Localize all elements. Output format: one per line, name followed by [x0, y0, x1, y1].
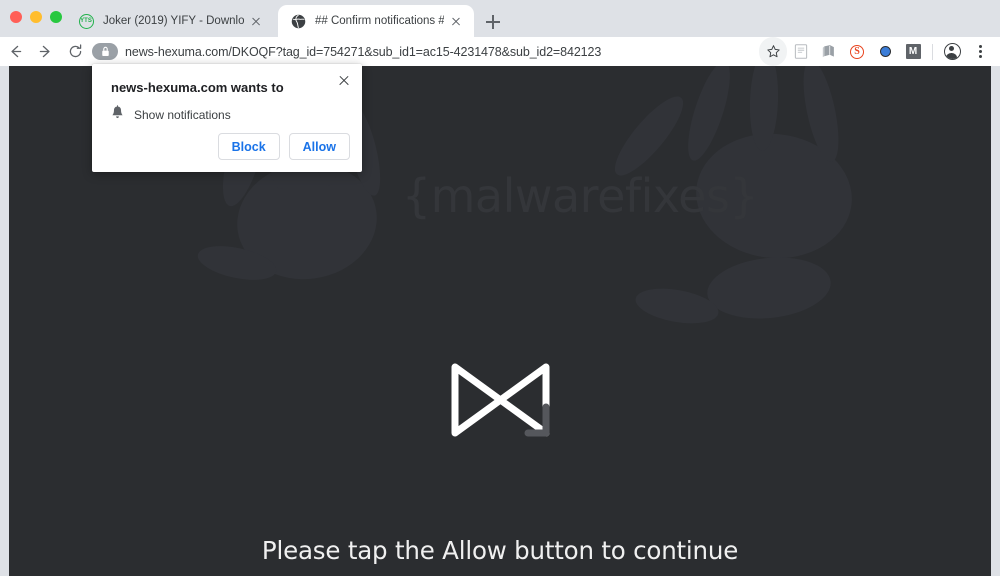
- toolbar-divider: [932, 43, 933, 60]
- minimize-window-button[interactable]: [30, 11, 42, 23]
- profile-avatar-button[interactable]: [938, 37, 966, 66]
- address-bar[interactable]: news-hexuma.com/DKOQF?tag_id=754271&sub_…: [92, 41, 752, 62]
- bookmark-star-icon[interactable]: [759, 37, 787, 66]
- browser-window: YTS Joker (2019) YIFY - Download ## Conf…: [0, 0, 1000, 576]
- address-bar-url: news-hexuma.com/DKOQF?tag_id=754271&sub_…: [125, 44, 602, 59]
- toolbar-actions: S M: [759, 37, 994, 66]
- reload-button[interactable]: [60, 37, 90, 66]
- close-tab-button[interactable]: [248, 13, 264, 29]
- permission-label: Show notifications: [134, 108, 231, 122]
- forward-button[interactable]: [30, 37, 60, 66]
- blue-circle-extension-icon[interactable]: [871, 37, 899, 66]
- permission-dialog-actions: Block Allow: [217, 133, 350, 160]
- permission-row: Show notifications: [111, 105, 231, 125]
- tab-joker-yify[interactable]: YTS Joker (2019) YIFY - Download: [66, 5, 274, 37]
- permission-dialog-title: news-hexuma.com wants to: [111, 80, 284, 95]
- watermark-text: {malwarefixes}: [401, 169, 759, 223]
- kebab-icon: [978, 44, 982, 59]
- tab-title: ## Confirm notifications ##: [315, 15, 444, 27]
- window-controls: [10, 11, 62, 23]
- globe-icon: [290, 13, 306, 29]
- yts-favicon-label: YTS: [78, 13, 94, 29]
- bell-icon: [111, 105, 124, 125]
- close-window-button[interactable]: [10, 11, 22, 23]
- page-tagline: Please tap the Allow button to continue: [261, 536, 739, 565]
- close-tab-button[interactable]: [448, 13, 464, 29]
- notification-permission-dialog: news-hexuma.com wants to Show notificati…: [92, 64, 362, 172]
- new-tab-button[interactable]: [480, 9, 506, 35]
- s-extension-label: S: [850, 44, 864, 59]
- chrome-menu-button[interactable]: [966, 37, 994, 66]
- tab-confirm-notifications[interactable]: ## Confirm notifications ##: [278, 5, 474, 37]
- bowtie-spinner-logo: [9, 355, 991, 445]
- s-extension-icon[interactable]: S: [843, 37, 871, 66]
- block-button[interactable]: Block: [217, 133, 280, 160]
- stacked-books-icon[interactable]: [815, 37, 843, 66]
- handprint-shape-right: [614, 66, 852, 324]
- padlock-icon[interactable]: [92, 43, 118, 60]
- back-button[interactable]: [0, 37, 30, 66]
- m-extension-label: M: [905, 44, 921, 59]
- close-icon[interactable]: [334, 70, 354, 90]
- yts-favicon: YTS: [78, 13, 94, 29]
- m-extension-icon[interactable]: M: [899, 37, 927, 66]
- maximize-window-button[interactable]: [50, 11, 62, 23]
- tab-title: Joker (2019) YIFY - Download: [103, 15, 244, 27]
- tab-strip: YTS Joker (2019) YIFY - Download ## Conf…: [0, 0, 1000, 37]
- allow-button[interactable]: Allow: [288, 133, 350, 160]
- reader-mode-icon[interactable]: [787, 37, 815, 66]
